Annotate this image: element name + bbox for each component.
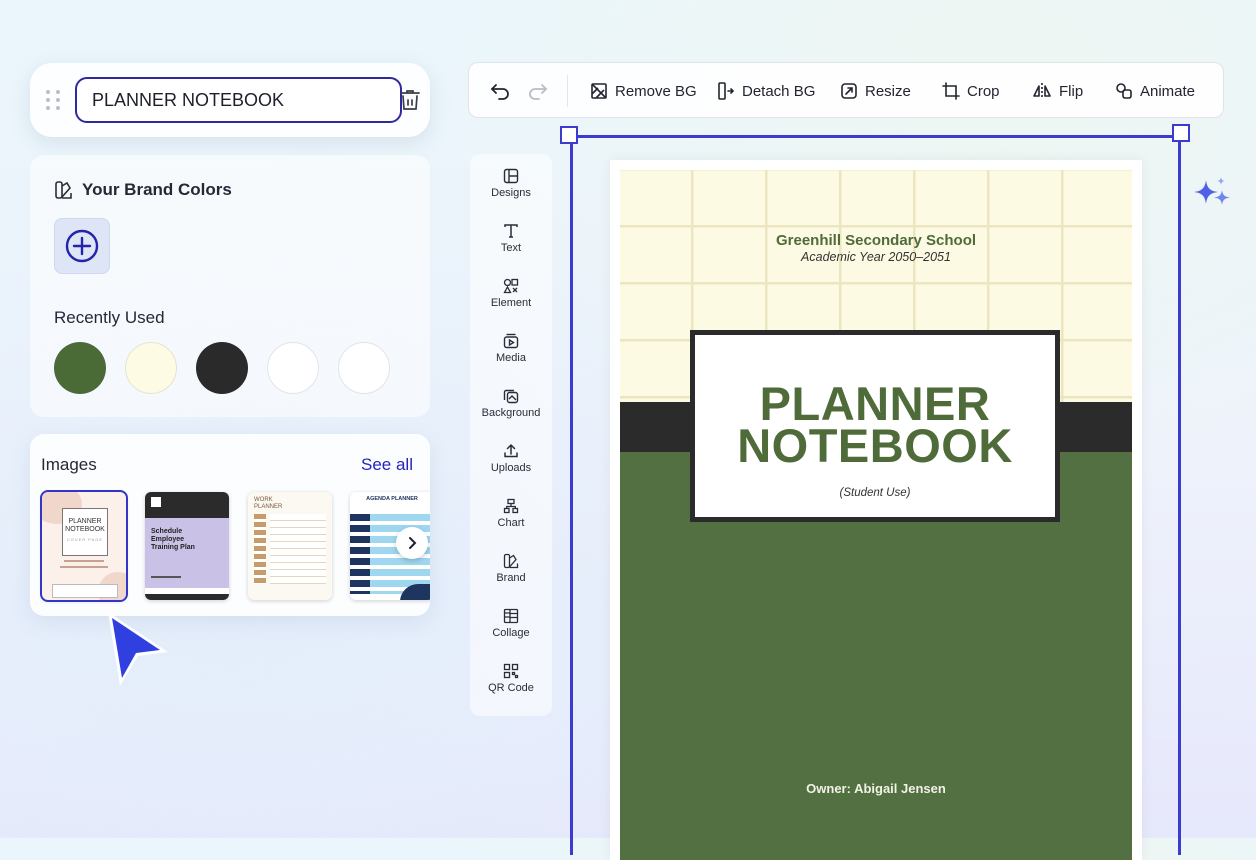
media-icon bbox=[503, 333, 519, 349]
resize-handle-top-left[interactable] bbox=[560, 126, 578, 144]
plus-circle-icon bbox=[65, 229, 99, 263]
images-heading: Images bbox=[41, 455, 97, 474]
color-swatch-green[interactable] bbox=[54, 342, 106, 394]
redo-button[interactable] bbox=[527, 63, 549, 119]
tool-collage-label: Collage bbox=[492, 627, 530, 639]
resize-label: Resize bbox=[865, 82, 911, 100]
animate-label: Animate bbox=[1140, 82, 1196, 100]
image-toolbar: Remove BG Detach BG Resize Crop Flip Ani… bbox=[468, 62, 1224, 118]
background-icon bbox=[503, 389, 519, 404]
undo-icon bbox=[490, 84, 509, 100]
tool-text[interactable]: Text bbox=[470, 209, 552, 264]
color-swatch-cream[interactable] bbox=[125, 342, 177, 394]
flip-button[interactable]: Flip bbox=[1032, 63, 1083, 119]
tool-designs-label: Designs bbox=[491, 187, 531, 199]
tool-collage[interactable]: Collage bbox=[470, 594, 552, 649]
thumb1-title: PLANNER NOTEBOOK bbox=[65, 518, 105, 533]
tool-background-label: Background bbox=[481, 407, 541, 419]
template-thumb-work-planner[interactable]: WORK PLANNER bbox=[248, 492, 332, 600]
brand-colors-panel: Your Brand Colors Recently Used bbox=[30, 155, 430, 417]
tool-chart-label: Chart bbox=[497, 517, 525, 529]
resize-handle-top-right[interactable] bbox=[1172, 124, 1190, 142]
detach-bg-icon bbox=[718, 82, 735, 100]
recently-used-heading: Recently Used bbox=[54, 308, 165, 327]
animate-button[interactable]: Animate bbox=[1115, 63, 1195, 119]
images-panel: Images See all PLANNER NOTEBOOK COVER PA… bbox=[30, 434, 430, 616]
design-title-input[interactable] bbox=[75, 77, 402, 123]
toolbar-divider bbox=[567, 75, 568, 107]
tool-designs[interactable]: Designs bbox=[470, 154, 552, 209]
crop-icon bbox=[942, 82, 960, 100]
design-title-card bbox=[30, 63, 430, 137]
ai-sparkle-icon[interactable] bbox=[1190, 176, 1238, 221]
animate-icon bbox=[1116, 83, 1132, 99]
detach-bg-button[interactable]: Detach BG bbox=[717, 63, 815, 119]
remove-bg-icon bbox=[591, 83, 607, 99]
thumb1-sub: COVER PAGE bbox=[66, 537, 104, 542]
tool-element-label: Element bbox=[490, 297, 532, 309]
next-images-button[interactable] bbox=[396, 527, 428, 559]
color-swatch-white-2[interactable] bbox=[338, 342, 390, 394]
tool-background[interactable]: Background bbox=[470, 374, 552, 429]
tool-qr-code-label: QR Code bbox=[488, 682, 534, 694]
color-swatch-white[interactable] bbox=[267, 342, 319, 394]
tool-media[interactable]: Media bbox=[470, 319, 552, 374]
template-thumb-training-plan[interactable]: Schedule Employee Training Plan bbox=[145, 492, 229, 600]
tool-brand[interactable]: Brand bbox=[470, 539, 552, 594]
remove-bg-button[interactable]: Remove BG bbox=[590, 63, 697, 119]
add-brand-color-button[interactable] bbox=[54, 218, 110, 274]
tool-chart[interactable]: Chart bbox=[470, 484, 552, 539]
chart-icon bbox=[503, 498, 519, 514]
thumb4-title: AGENDA PLANNER bbox=[366, 496, 418, 502]
selection-frame bbox=[570, 135, 1181, 855]
brand-colors-heading: Your Brand Colors bbox=[54, 180, 232, 200]
brand-icon bbox=[55, 181, 72, 199]
tool-element[interactable]: Element bbox=[470, 264, 552, 319]
crop-button[interactable]: Crop bbox=[942, 63, 1000, 119]
crop-label: Crop bbox=[967, 82, 1000, 100]
see-all-link[interactable]: See all bbox=[361, 455, 413, 475]
upload-icon bbox=[504, 443, 518, 458]
designs-icon bbox=[503, 168, 519, 184]
detach-bg-label: Detach BG bbox=[742, 82, 816, 100]
qr-code-icon bbox=[503, 663, 519, 679]
flip-label: Flip bbox=[1059, 82, 1084, 100]
mouse-pointer-icon bbox=[100, 606, 174, 695]
drag-handle-icon[interactable] bbox=[46, 90, 60, 110]
resize-button[interactable]: Resize bbox=[840, 63, 911, 119]
element-icon bbox=[503, 278, 519, 294]
collage-icon bbox=[503, 608, 519, 624]
thumb2-title: Schedule Employee Training Plan bbox=[151, 528, 195, 551]
text-icon bbox=[504, 224, 518, 238]
trash-icon[interactable] bbox=[398, 88, 422, 112]
tool-uploads[interactable]: Uploads bbox=[470, 429, 552, 484]
flip-icon bbox=[1033, 83, 1051, 99]
redo-icon bbox=[529, 84, 548, 100]
color-swatch-dark[interactable] bbox=[196, 342, 248, 394]
chevron-right-icon bbox=[409, 537, 417, 549]
tool-media-label: Media bbox=[496, 352, 526, 364]
tool-brand-label: Brand bbox=[496, 572, 526, 584]
template-thumb-planner-notebook[interactable]: PLANNER NOTEBOOK COVER PAGE bbox=[40, 490, 128, 602]
brand-icon bbox=[503, 553, 519, 569]
tool-uploads-label: Uploads bbox=[490, 462, 532, 474]
remove-bg-label: Remove BG bbox=[615, 82, 697, 100]
undo-button[interactable] bbox=[489, 63, 511, 119]
tool-qr-code[interactable]: QR Code bbox=[470, 649, 552, 704]
resize-icon bbox=[841, 83, 857, 99]
side-tools-panel: Designs Text Element Media Background Up… bbox=[470, 154, 552, 716]
tool-text-label: Text bbox=[500, 242, 522, 254]
thumb3-title: WORK PLANNER bbox=[254, 497, 283, 510]
